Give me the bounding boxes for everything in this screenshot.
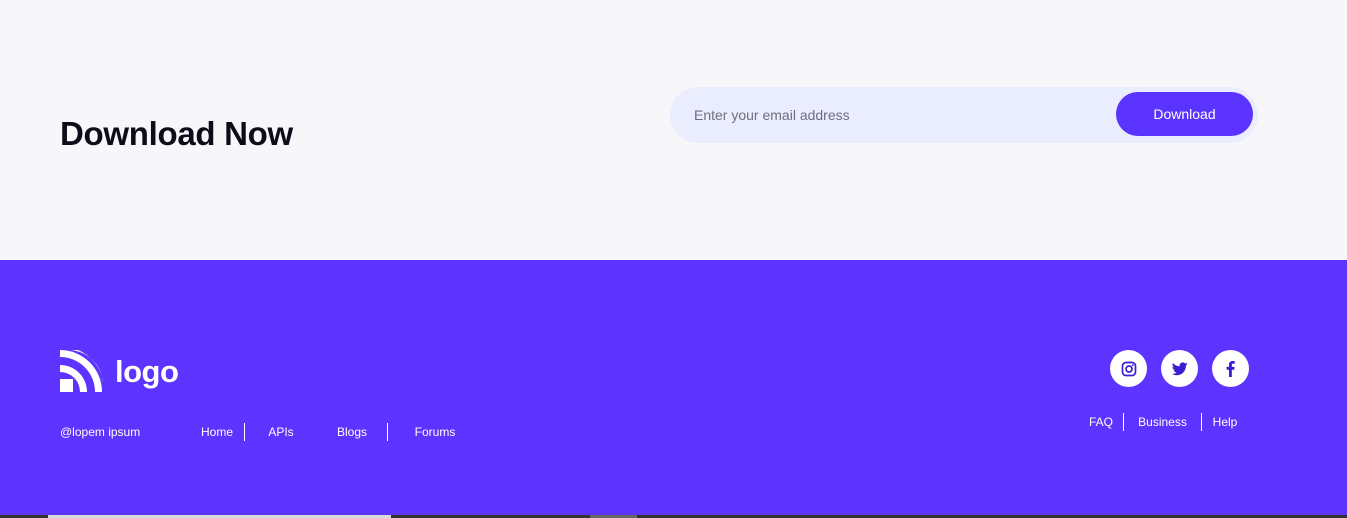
download-button[interactable]: Download: [1116, 92, 1253, 136]
site-footer: logo @lopem ipsum Home APIs Blogs Forums: [0, 260, 1347, 518]
facebook-icon: [1226, 360, 1235, 377]
social-links: [1110, 350, 1249, 387]
email-input[interactable]: [694, 87, 1114, 143]
twitter-link[interactable]: [1161, 350, 1198, 387]
copyright-text: @lopem ipsum: [60, 425, 141, 439]
instagram-icon: [1121, 361, 1136, 376]
email-signup-form: Download: [670, 87, 1258, 143]
logo-text: logo: [115, 353, 179, 389]
footer-nav: @lopem ipsum Home APIs Blogs Forums: [60, 423, 482, 441]
instagram-link[interactable]: [1110, 350, 1147, 387]
footer-secondary-nav: FAQ Business Help: [1079, 413, 1248, 431]
footer-link-apis[interactable]: APIs: [245, 425, 317, 439]
footer-link-faq[interactable]: FAQ: [1079, 415, 1123, 429]
footer-link-business[interactable]: Business: [1124, 415, 1201, 429]
logo-icon: [60, 350, 103, 392]
download-heading: Download Now: [60, 115, 293, 152]
footer-link-home[interactable]: Home: [190, 425, 244, 439]
footer-link-help[interactable]: Help: [1202, 415, 1248, 429]
download-section: Download Now Download: [0, 0, 1347, 260]
twitter-icon: [1171, 361, 1188, 375]
facebook-link[interactable]: [1212, 350, 1249, 387]
footer-link-forums[interactable]: Forums: [388, 425, 482, 439]
footer-logo[interactable]: logo: [60, 350, 179, 392]
footer-link-blogs[interactable]: Blogs: [317, 425, 387, 439]
